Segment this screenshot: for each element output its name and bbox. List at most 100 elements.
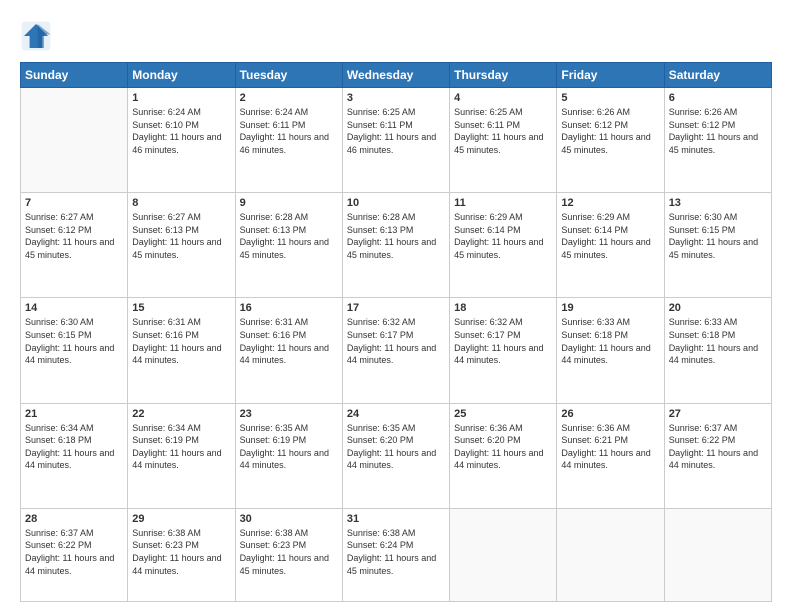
calendar-cell: 11 Sunrise: 6:29 AMSunset: 6:14 PMDaylig… (450, 193, 557, 298)
cell-info: Sunrise: 6:30 AMSunset: 6:15 PMDaylight:… (25, 317, 114, 365)
day-number: 15 (132, 302, 230, 314)
day-number: 9 (240, 197, 338, 209)
cell-info: Sunrise: 6:30 AMSunset: 6:15 PMDaylight:… (669, 212, 758, 260)
cell-info: Sunrise: 6:34 AMSunset: 6:18 PMDaylight:… (25, 423, 114, 471)
day-number: 20 (669, 302, 767, 314)
cell-info: Sunrise: 6:33 AMSunset: 6:18 PMDaylight:… (669, 317, 758, 365)
day-number: 10 (347, 197, 445, 209)
day-number: 27 (669, 408, 767, 420)
calendar-cell: 9 Sunrise: 6:28 AMSunset: 6:13 PMDayligh… (235, 193, 342, 298)
cell-info: Sunrise: 6:32 AMSunset: 6:17 PMDaylight:… (454, 317, 543, 365)
calendar-cell: 25 Sunrise: 6:36 AMSunset: 6:20 PMDaylig… (450, 403, 557, 508)
calendar-cell: 19 Sunrise: 6:33 AMSunset: 6:18 PMDaylig… (557, 298, 664, 403)
weekday-friday: Friday (557, 63, 664, 88)
day-number: 25 (454, 408, 552, 420)
week-row-5: 28 Sunrise: 6:37 AMSunset: 6:22 PMDaylig… (21, 508, 772, 601)
day-number: 11 (454, 197, 552, 209)
cell-info: Sunrise: 6:27 AMSunset: 6:12 PMDaylight:… (25, 212, 114, 260)
logo-icon (20, 20, 52, 52)
calendar-cell: 21 Sunrise: 6:34 AMSunset: 6:18 PMDaylig… (21, 403, 128, 508)
calendar-cell (664, 508, 771, 601)
calendar-cell: 14 Sunrise: 6:30 AMSunset: 6:15 PMDaylig… (21, 298, 128, 403)
cell-info: Sunrise: 6:24 AMSunset: 6:11 PMDaylight:… (240, 107, 329, 155)
cell-info: Sunrise: 6:29 AMSunset: 6:14 PMDaylight:… (454, 212, 543, 260)
calendar-cell (450, 508, 557, 601)
calendar-cell: 29 Sunrise: 6:38 AMSunset: 6:23 PMDaylig… (128, 508, 235, 601)
calendar-cell: 20 Sunrise: 6:33 AMSunset: 6:18 PMDaylig… (664, 298, 771, 403)
cell-info: Sunrise: 6:31 AMSunset: 6:16 PMDaylight:… (132, 317, 221, 365)
calendar-cell: 8 Sunrise: 6:27 AMSunset: 6:13 PMDayligh… (128, 193, 235, 298)
calendar-cell: 22 Sunrise: 6:34 AMSunset: 6:19 PMDaylig… (128, 403, 235, 508)
cell-info: Sunrise: 6:29 AMSunset: 6:14 PMDaylight:… (561, 212, 650, 260)
cell-info: Sunrise: 6:38 AMSunset: 6:24 PMDaylight:… (347, 528, 436, 576)
logo (20, 20, 56, 52)
calendar-cell: 17 Sunrise: 6:32 AMSunset: 6:17 PMDaylig… (342, 298, 449, 403)
weekday-sunday: Sunday (21, 63, 128, 88)
calendar-cell: 31 Sunrise: 6:38 AMSunset: 6:24 PMDaylig… (342, 508, 449, 601)
calendar-cell: 24 Sunrise: 6:35 AMSunset: 6:20 PMDaylig… (342, 403, 449, 508)
day-number: 2 (240, 92, 338, 104)
calendar-cell: 10 Sunrise: 6:28 AMSunset: 6:13 PMDaylig… (342, 193, 449, 298)
day-number: 8 (132, 197, 230, 209)
calendar-cell: 6 Sunrise: 6:26 AMSunset: 6:12 PMDayligh… (664, 88, 771, 193)
calendar-cell: 2 Sunrise: 6:24 AMSunset: 6:11 PMDayligh… (235, 88, 342, 193)
calendar-cell: 3 Sunrise: 6:25 AMSunset: 6:11 PMDayligh… (342, 88, 449, 193)
weekday-monday: Monday (128, 63, 235, 88)
day-number: 17 (347, 302, 445, 314)
header (20, 15, 772, 52)
calendar-cell: 16 Sunrise: 6:31 AMSunset: 6:16 PMDaylig… (235, 298, 342, 403)
calendar-cell (21, 88, 128, 193)
weekday-thursday: Thursday (450, 63, 557, 88)
calendar-cell: 23 Sunrise: 6:35 AMSunset: 6:19 PMDaylig… (235, 403, 342, 508)
day-number: 6 (669, 92, 767, 104)
week-row-3: 14 Sunrise: 6:30 AMSunset: 6:15 PMDaylig… (21, 298, 772, 403)
cell-info: Sunrise: 6:33 AMSunset: 6:18 PMDaylight:… (561, 317, 650, 365)
day-number: 21 (25, 408, 123, 420)
calendar-cell: 18 Sunrise: 6:32 AMSunset: 6:17 PMDaylig… (450, 298, 557, 403)
day-number: 5 (561, 92, 659, 104)
week-row-4: 21 Sunrise: 6:34 AMSunset: 6:18 PMDaylig… (21, 403, 772, 508)
calendar-cell: 28 Sunrise: 6:37 AMSunset: 6:22 PMDaylig… (21, 508, 128, 601)
day-number: 16 (240, 302, 338, 314)
day-number: 28 (25, 513, 123, 525)
day-number: 3 (347, 92, 445, 104)
cell-info: Sunrise: 6:26 AMSunset: 6:12 PMDaylight:… (669, 107, 758, 155)
weekday-tuesday: Tuesday (235, 63, 342, 88)
cell-info: Sunrise: 6:26 AMSunset: 6:12 PMDaylight:… (561, 107, 650, 155)
calendar-cell: 13 Sunrise: 6:30 AMSunset: 6:15 PMDaylig… (664, 193, 771, 298)
cell-info: Sunrise: 6:31 AMSunset: 6:16 PMDaylight:… (240, 317, 329, 365)
day-number: 18 (454, 302, 552, 314)
weekday-header-row: SundayMondayTuesdayWednesdayThursdayFrid… (21, 63, 772, 88)
day-number: 29 (132, 513, 230, 525)
page: SundayMondayTuesdayWednesdayThursdayFrid… (0, 0, 792, 612)
cell-info: Sunrise: 6:37 AMSunset: 6:22 PMDaylight:… (25, 528, 114, 576)
day-number: 26 (561, 408, 659, 420)
cell-info: Sunrise: 6:25 AMSunset: 6:11 PMDaylight:… (347, 107, 436, 155)
calendar-cell: 1 Sunrise: 6:24 AMSunset: 6:10 PMDayligh… (128, 88, 235, 193)
day-number: 12 (561, 197, 659, 209)
day-number: 1 (132, 92, 230, 104)
cell-info: Sunrise: 6:24 AMSunset: 6:10 PMDaylight:… (132, 107, 221, 155)
cell-info: Sunrise: 6:37 AMSunset: 6:22 PMDaylight:… (669, 423, 758, 471)
day-number: 24 (347, 408, 445, 420)
day-number: 14 (25, 302, 123, 314)
cell-info: Sunrise: 6:36 AMSunset: 6:21 PMDaylight:… (561, 423, 650, 471)
cell-info: Sunrise: 6:35 AMSunset: 6:20 PMDaylight:… (347, 423, 436, 471)
calendar-cell: 4 Sunrise: 6:25 AMSunset: 6:11 PMDayligh… (450, 88, 557, 193)
weekday-wednesday: Wednesday (342, 63, 449, 88)
calendar-cell: 15 Sunrise: 6:31 AMSunset: 6:16 PMDaylig… (128, 298, 235, 403)
cell-info: Sunrise: 6:27 AMSunset: 6:13 PMDaylight:… (132, 212, 221, 260)
day-number: 19 (561, 302, 659, 314)
cell-info: Sunrise: 6:35 AMSunset: 6:19 PMDaylight:… (240, 423, 329, 471)
cell-info: Sunrise: 6:36 AMSunset: 6:20 PMDaylight:… (454, 423, 543, 471)
cell-info: Sunrise: 6:38 AMSunset: 6:23 PMDaylight:… (132, 528, 221, 576)
cell-info: Sunrise: 6:34 AMSunset: 6:19 PMDaylight:… (132, 423, 221, 471)
cell-info: Sunrise: 6:32 AMSunset: 6:17 PMDaylight:… (347, 317, 436, 365)
cell-info: Sunrise: 6:25 AMSunset: 6:11 PMDaylight:… (454, 107, 543, 155)
day-number: 7 (25, 197, 123, 209)
calendar-table: SundayMondayTuesdayWednesdayThursdayFrid… (20, 62, 772, 602)
calendar-cell (557, 508, 664, 601)
weekday-saturday: Saturday (664, 63, 771, 88)
day-number: 30 (240, 513, 338, 525)
day-number: 31 (347, 513, 445, 525)
